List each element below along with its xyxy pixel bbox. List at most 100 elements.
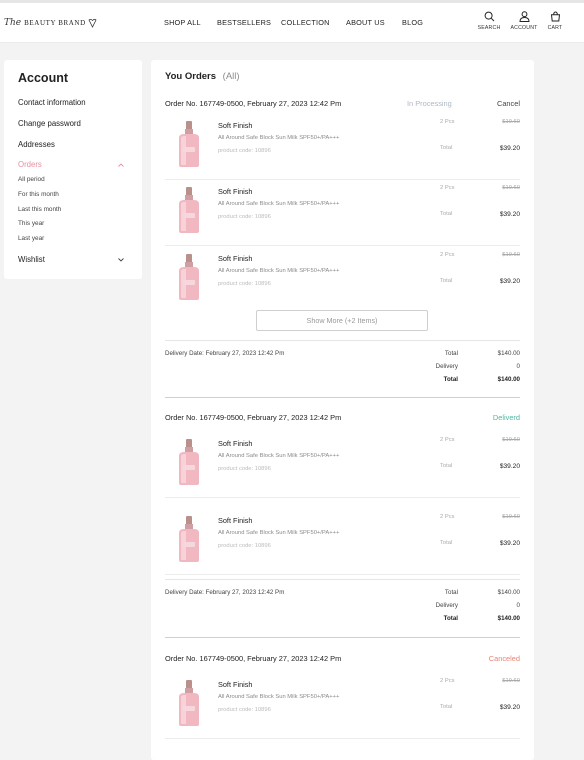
search-button[interactable]: SEARCH: [474, 11, 504, 31]
product-unit-price: $19.60: [502, 514, 520, 520]
order-item[interactable]: Soft Finish All Around Safe Block Sun Mi…: [165, 246, 520, 312]
account-button[interactable]: ACCOUNT: [509, 11, 539, 31]
product-code: product code: 10896: [218, 707, 271, 713]
sidebar-item-contact-information[interactable]: Contact information: [18, 98, 86, 107]
summary-delivery-label: Delivery: [435, 602, 458, 609]
product-description: All Around Safe Block Sun Milk SPF50+/PA…: [218, 135, 340, 141]
product-unit-price: $19.60: [502, 119, 520, 125]
product-unit-price: $19.60: [502, 185, 520, 191]
order-header: Order No. 167749-0500, February 27, 2023…: [165, 413, 520, 425]
summary-grand-total-row: Total $140.00: [405, 615, 520, 625]
summary-grand-total-value: $140.00: [497, 376, 520, 383]
cancel-order-button[interactable]: Cancel: [497, 99, 520, 108]
order-divider: [165, 637, 520, 638]
summary-grand-total-label: Total: [443, 376, 458, 383]
summary-total-value: $140.00: [497, 350, 520, 357]
heart-logo-icon: [88, 18, 97, 28]
order-item[interactable]: Soft Finish All Around Safe Block Sun Mi…: [165, 672, 520, 739]
product-name[interactable]: Soft Finish: [218, 254, 252, 263]
account-icon: [518, 11, 530, 22]
order-number: Order No. 167749-0500, February 27, 2023…: [165, 654, 342, 663]
orders-filter-last-year[interactable]: Last year: [18, 235, 44, 242]
product-name[interactable]: Soft Finish: [218, 121, 252, 130]
summary-delivery-value: 0: [516, 602, 520, 609]
cart-button[interactable]: CART: [540, 11, 570, 31]
orders-filter-all-period[interactable]: All period: [18, 176, 45, 183]
orders-filter-this-year[interactable]: This year: [18, 220, 44, 227]
sidebar-item-change-password[interactable]: Change password: [18, 119, 81, 128]
order-header: Order No. 167749-0500, February 27, 2023…: [165, 654, 520, 666]
product-image[interactable]: [175, 120, 203, 168]
product-name[interactable]: Soft Finish: [218, 680, 252, 689]
show-more-button[interactable]: Show More (+2 Items): [256, 310, 428, 331]
product-image[interactable]: [175, 438, 203, 486]
summary-total-label: Total: [444, 350, 458, 357]
order-header: Order No. 167749-0500, February 27, 2023…: [165, 99, 520, 111]
brand-logo-script: The: [4, 18, 22, 28]
product-total-label: Total: [440, 278, 453, 284]
product-image[interactable]: [175, 186, 203, 234]
nav-shop-all[interactable]: SHOP ALL: [164, 18, 201, 27]
delivery-date: Delivery Date: February 27, 2023 12:42 P…: [165, 350, 285, 357]
nav-collection[interactable]: COLLECTION: [281, 18, 330, 27]
cart-icon: [550, 11, 560, 22]
product-total-value: $39.20: [499, 704, 520, 711]
summary-delivery-value: 0: [516, 363, 520, 370]
sidebar-item-orders[interactable]: Orders: [18, 160, 42, 169]
product-description: All Around Safe Block Sun Milk SPF50+/PA…: [218, 201, 340, 207]
product-total-value: $39.20: [499, 145, 520, 152]
account-sidebar: Account Contact information Change passw…: [4, 60, 142, 279]
nav-about-us[interactable]: ABOUT US: [346, 18, 385, 27]
product-image[interactable]: [175, 679, 203, 727]
product-code: product code: 10896: [218, 148, 271, 154]
sidebar-title: Account: [18, 71, 68, 85]
nav-blog[interactable]: BLOG: [402, 18, 423, 27]
product-image[interactable]: [175, 515, 203, 563]
product-quantity: 2 Pcs: [440, 119, 455, 125]
page-title-filter[interactable]: (All): [223, 71, 240, 82]
orders-filter-this-month[interactable]: For this month: [18, 191, 59, 198]
order-status: Canceled: [488, 654, 520, 663]
site-header: The BEAUTY BRAND SHOP ALL BESTSELLERS CO…: [0, 3, 584, 43]
product-unit-price: $19.60: [502, 437, 520, 443]
order-status: Deliverd: [492, 413, 520, 422]
product-name[interactable]: Soft Finish: [218, 439, 252, 448]
orders-filter-last-month[interactable]: Last this month: [18, 206, 61, 213]
product-total-value: $39.20: [499, 463, 520, 470]
chevron-up-icon[interactable]: [117, 162, 125, 168]
page-title-text: You Orders: [165, 71, 217, 82]
chevron-down-icon[interactable]: [117, 257, 125, 263]
summary-total-row: Total $140.00: [405, 589, 520, 599]
order-item[interactable]: Soft Finish All Around Safe Block Sun Mi…: [165, 179, 520, 246]
summary-grand-total-label: Total: [443, 615, 458, 622]
sidebar-item-addresses[interactable]: Addresses: [18, 140, 55, 149]
summary-grand-total-value: $140.00: [497, 615, 520, 622]
summary-total-row: Total $140.00: [405, 350, 520, 360]
product-name[interactable]: Soft Finish: [218, 516, 252, 525]
order-divider: [165, 397, 520, 398]
brand-logo[interactable]: The BEAUTY BRAND: [4, 15, 97, 31]
orders-panel: You Orders (All) Order No. 167749-0500, …: [151, 60, 534, 760]
nav-bestsellers[interactable]: BESTSELLERS: [217, 18, 271, 27]
product-image[interactable]: [175, 253, 203, 301]
product-description: All Around Safe Block Sun Milk SPF50+/PA…: [218, 694, 340, 700]
order-item[interactable]: Soft Finish All Around Safe Block Sun Mi…: [165, 113, 520, 180]
order-number: Order No. 167749-0500, February 27, 2023…: [165, 413, 342, 422]
product-description: All Around Safe Block Sun Milk SPF50+/PA…: [218, 530, 340, 536]
order-item[interactable]: Soft Finish All Around Safe Block Sun Mi…: [165, 508, 520, 575]
page-title: You Orders (All): [165, 71, 240, 82]
product-quantity: 2 Pcs: [440, 185, 455, 191]
product-code: product code: 10896: [218, 281, 271, 287]
account-label: ACCOUNT: [510, 25, 538, 31]
order-item[interactable]: Soft Finish All Around Safe Block Sun Mi…: [165, 431, 520, 498]
product-total-label: Total: [440, 540, 453, 546]
product-total-label: Total: [440, 145, 453, 151]
order-status: In Processing: [407, 99, 452, 108]
product-unit-price: $19.60: [502, 252, 520, 258]
product-quantity: 2 Pcs: [440, 514, 455, 520]
summary-grand-total-row: Total $140.00: [405, 376, 520, 386]
summary-delivery-row: Delivery 0: [405, 363, 520, 373]
brand-logo-caps: BEAUTY BRAND: [24, 19, 86, 27]
sidebar-item-wishlist[interactable]: Wishlist: [18, 255, 45, 264]
product-name[interactable]: Soft Finish: [218, 187, 252, 196]
